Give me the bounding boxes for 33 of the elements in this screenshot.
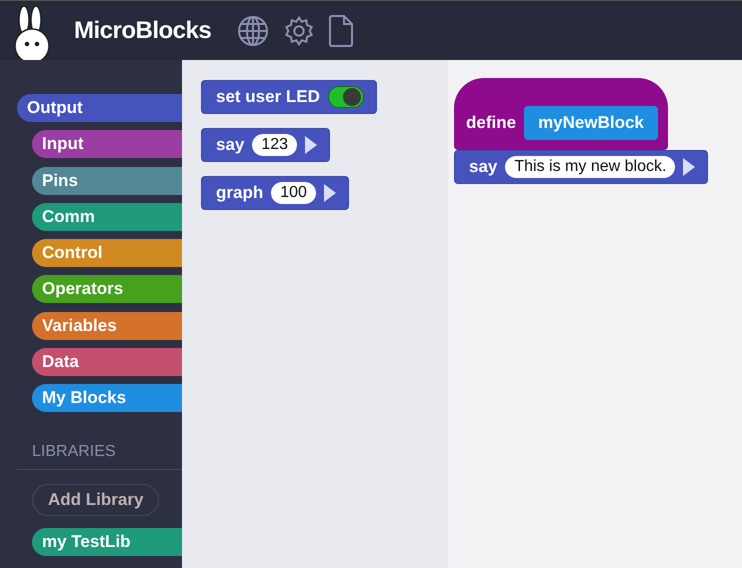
code-block[interactable]: graph 100	[201, 176, 349, 210]
toggle-switch[interactable]	[328, 86, 364, 108]
input-field[interactable]: This is my new block.	[505, 156, 676, 178]
arrow-icon[interactable]	[305, 136, 318, 154]
library-tab[interactable]: my TestLib	[32, 528, 182, 556]
arrow-icon[interactable]	[324, 184, 336, 202]
arrow-icon[interactable]	[683, 158, 696, 176]
file-icon[interactable]	[329, 14, 354, 46]
category-tab[interactable]: Operators	[32, 275, 182, 304]
input-field[interactable]: 100	[271, 182, 316, 204]
category-tab[interactable]: Pins	[32, 166, 182, 195]
category-tab[interactable]: My Blocks	[32, 384, 182, 412]
block-label: set user LED	[216, 87, 320, 107]
block-label: define	[466, 113, 516, 133]
code-block[interactable]: set user LED	[201, 80, 377, 114]
category-tab[interactable]: Variables	[32, 312, 182, 340]
input-field[interactable]: 123	[252, 134, 298, 156]
define-block[interactable]: define myNewBlock	[454, 78, 668, 150]
block-name[interactable]: myNewBlock	[524, 106, 658, 140]
add-library-button[interactable]: Add Library	[32, 484, 160, 516]
block-label: say	[469, 157, 498, 177]
block-label: say	[216, 135, 244, 155]
block-label: graph	[216, 183, 264, 203]
category-tab[interactable]: Input	[32, 130, 182, 158]
libraries-heading: LIBRARIES	[32, 442, 117, 461]
settings-icon[interactable]	[283, 14, 316, 46]
code-block[interactable]: say This is my new block.	[454, 150, 708, 184]
globe-icon[interactable]	[237, 14, 270, 46]
code-block[interactable]: say 123	[201, 128, 330, 162]
app-title: MicroBlocks	[74, 16, 212, 44]
category-tab[interactable]: Data	[32, 348, 182, 376]
category-tab[interactable]: Output	[17, 94, 182, 122]
category-tab[interactable]: Comm	[32, 202, 182, 231]
